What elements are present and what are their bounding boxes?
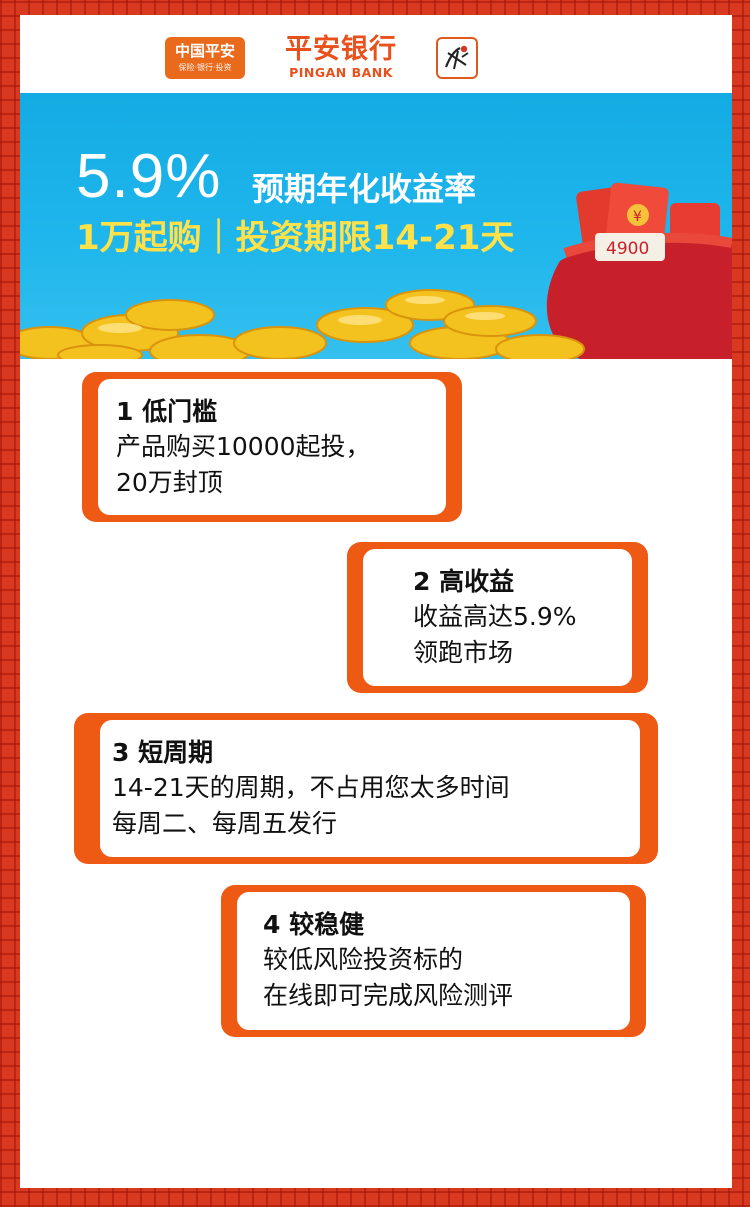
feature-card-body: 1 低门槛 产品购买10000起投， 20万封顶 (98, 379, 446, 515)
bank-logo-cn: 平安银行 (285, 34, 397, 65)
banner-rate: 5.9% (76, 142, 222, 211)
svg-text:¥: ¥ (633, 209, 642, 225)
feature-title: 1 低门槛 (116, 397, 218, 426)
banner-rate-label: 预期年化收益率 (252, 170, 477, 208)
banner-subtitle: 1万起购｜投资期限14-21天 (76, 218, 515, 258)
feature-line: 在线即可完成风险测评 (263, 981, 514, 1010)
logo-bar: 中国平安 保险·银行·投资 平安银行 PINGAN BANK (20, 15, 732, 95)
feature-title: 3 短周期 (112, 738, 214, 767)
feature-line: 较低风险投资标的 (263, 945, 464, 974)
bank-logo-en: PINGAN BANK (289, 65, 393, 80)
group-logo-name: 中国平安 (174, 42, 235, 60)
promo-banner: ¥ 4900 5.9% 预期年化收益率 1万起购｜投资期限14-21天 (20, 93, 732, 359)
feature-card-low-threshold: 1 低门槛 产品购买10000起投， 20万封顶 (82, 372, 462, 522)
pingan-group-logo: 中国平安 保险·银行·投资 (165, 37, 245, 79)
feature-card-short-cycle: 3 短周期 14-21天的周期，不占用您太多时间 每周二、每周五发行 (74, 713, 658, 864)
bag-amount-text: 4900 (606, 239, 649, 259)
feature-title: 4 较稳健 (263, 910, 365, 939)
feature-title: 2 高收益 (413, 567, 515, 596)
feature-card-body: 2 高收益 收益高达5.9% 领跑市场 (363, 549, 632, 686)
feature-card-stable: 4 较稳健 较低风险投资标的 在线即可完成风险测评 (221, 885, 646, 1037)
feature-line: 领跑市场 (413, 638, 514, 667)
feature-line: 14-21天的周期，不占用您太多时间 (112, 773, 510, 802)
group-logo-tagline: 保险·银行·投资 (178, 63, 232, 72)
feature-line: 收益高达5.9% (413, 602, 577, 631)
feature-card-high-return: 2 高收益 收益高达5.9% 领跑市场 (347, 542, 648, 693)
feature-line: 产品购买10000起投， (116, 432, 371, 461)
feature-card-body: 4 较稳健 较低风险投资标的 在线即可完成风险测评 (237, 892, 630, 1030)
feature-line: 20万封顶 (116, 468, 223, 497)
pingan-bank-logo: 平安银行 PINGAN BANK (276, 35, 406, 81)
stamp-seal-icon (436, 37, 478, 79)
feature-card-body: 3 短周期 14-21天的周期，不占用您太多时间 每周二、每周五发行 (100, 720, 640, 857)
page-panel: 中国平安 保险·银行·投资 平安银行 PINGAN BANK ¥ 4900 5.… (20, 15, 732, 1188)
feature-line: 每周二、每周五发行 (112, 809, 338, 838)
